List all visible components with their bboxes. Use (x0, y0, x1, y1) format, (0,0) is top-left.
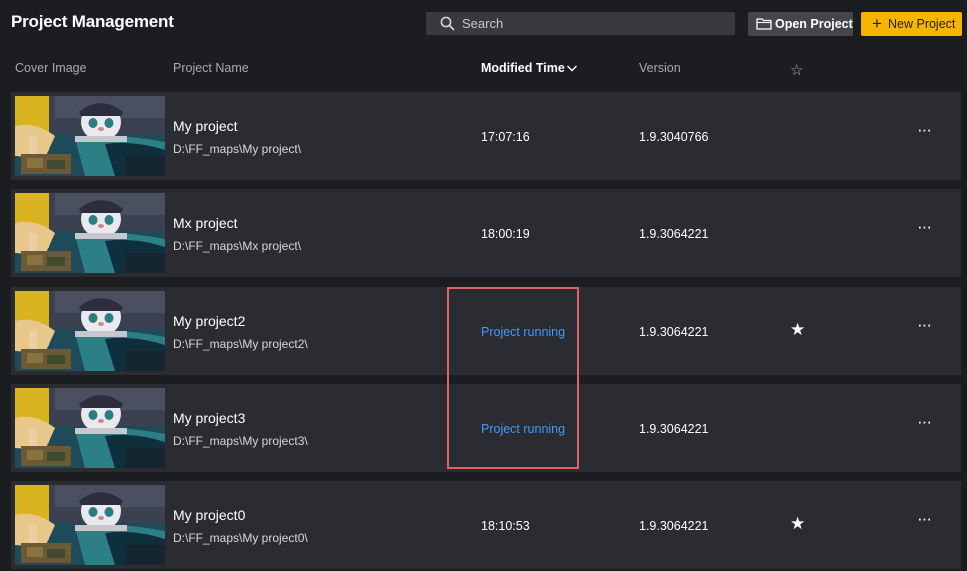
project-cover-image (15, 193, 165, 273)
project-version: 1.9.3064221 (639, 422, 709, 436)
project-version: 1.9.3064221 (639, 519, 709, 533)
open-project-button[interactable]: Open Project (748, 12, 853, 36)
project-version: 1.9.3064221 (639, 325, 709, 339)
more-options-icon[interactable]: ··· (917, 509, 932, 529)
project-version: 1.9.3040766 (639, 130, 709, 144)
chevron-down-icon[interactable] (566, 63, 578, 73)
project-path: D:\FF_maps\My project\ (173, 142, 302, 156)
project-version: 1.9.3064221 (639, 227, 709, 241)
new-project-button[interactable]: + New Project (861, 12, 962, 36)
project-name: Mx project (173, 215, 238, 231)
page-title: Project Management (11, 12, 174, 31)
project-row[interactable]: My project3 D:\FF_maps\My project3\ Projec… (11, 384, 961, 472)
search-icon (440, 16, 455, 31)
project-path: D:\FF_maps\My project2\ (173, 337, 308, 351)
project-row[interactable]: My project D:\FF_maps\My project\ 17:07:16… (11, 92, 961, 180)
project-cover-image (15, 291, 165, 371)
project-cover-image (15, 388, 165, 468)
project-running-status: Project running (481, 325, 566, 339)
project-modified-time: 17:07:16 (481, 130, 530, 144)
project-cover-image (15, 485, 165, 565)
project-name: My project (173, 118, 238, 134)
favorite-column-star-icon[interactable]: ☆ (790, 61, 803, 79)
project-name: My project2 (173, 313, 246, 329)
project-path: D:\FF_maps\My project3\ (173, 434, 308, 448)
project-name: My project0 (173, 507, 246, 523)
search-box[interactable] (426, 12, 735, 35)
column-header-cover: Cover Image (15, 61, 87, 75)
column-header-version[interactable]: Version (639, 61, 681, 75)
project-path: D:\FF_maps\My project0\ (173, 531, 308, 545)
project-row[interactable]: My project2 D:\FF_maps\My project2\ Projec… (11, 287, 961, 375)
folder-icon (756, 18, 772, 30)
project-row[interactable]: My project0 D:\FF_maps\My project0\ 18:10:… (11, 481, 961, 569)
project-modified-time: 18:10:53 (481, 519, 530, 533)
project-path: D:\FF_maps\Mx project\ (173, 239, 302, 253)
project-running-status: Project running (481, 422, 566, 436)
project-row[interactable]: Mx project D:\FF_maps\Mx project\ 18:00:19… (11, 189, 961, 277)
column-header-name[interactable]: Project Name (173, 61, 249, 75)
plus-icon: + (872, 14, 882, 33)
project-name: My project3 (173, 410, 246, 426)
more-options-icon[interactable]: ··· (917, 120, 932, 140)
project-modified-time: 18:00:19 (481, 227, 530, 241)
search-input[interactable] (462, 12, 722, 35)
open-project-label: Open Project (775, 17, 853, 31)
more-options-icon[interactable]: ··· (917, 315, 932, 335)
more-options-icon[interactable]: ··· (917, 412, 932, 432)
column-header-modified[interactable]: Modified Time (481, 61, 565, 75)
favorite-star-icon[interactable]: ★ (790, 320, 805, 340)
project-cover-image (15, 96, 165, 176)
new-project-label: New Project (888, 17, 956, 31)
more-options-icon[interactable]: ··· (917, 217, 932, 237)
favorite-star-icon[interactable]: ★ (790, 514, 805, 534)
